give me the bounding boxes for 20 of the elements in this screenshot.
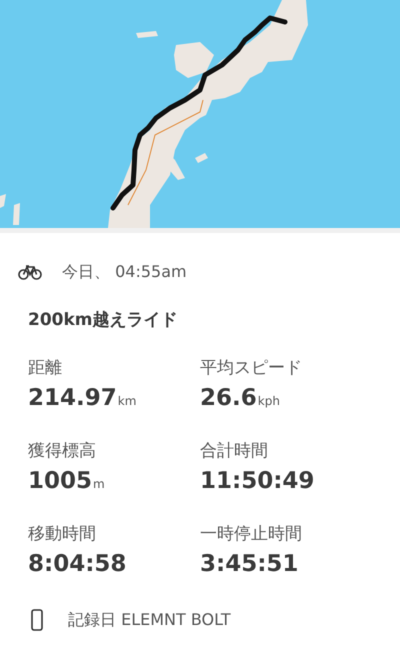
- device-text: 記録日 ELEMNT BOLT: [68, 608, 231, 630]
- activity-time: 今日、 04:55am: [62, 261, 187, 283]
- stat-label: 距離: [28, 356, 63, 380]
- bicycle-icon: [18, 264, 42, 280]
- stat-unit: m: [93, 476, 105, 492]
- device-icon: [30, 608, 44, 630]
- stat-value: 26.6: [200, 384, 257, 412]
- stat-label: 獲得標高: [28, 440, 97, 462]
- stat-label: 合計時間: [200, 440, 269, 462]
- stat-label: 移動時間: [28, 522, 97, 546]
- stat-value: 8:04:58: [28, 550, 126, 578]
- stat-label: 平均スピード: [200, 356, 303, 380]
- stat-unit: km: [118, 392, 136, 410]
- activity-title: 200km越えライド: [27, 309, 179, 332]
- stat-value: 3:45:51: [200, 550, 298, 578]
- stat-value: 11:50:49: [200, 466, 314, 496]
- stat-value: 214.97: [28, 384, 117, 412]
- stat-unit: kph: [258, 392, 280, 410]
- stat-label: 一時停止時間: [200, 522, 303, 546]
- stat-value: 1005: [28, 466, 92, 496]
